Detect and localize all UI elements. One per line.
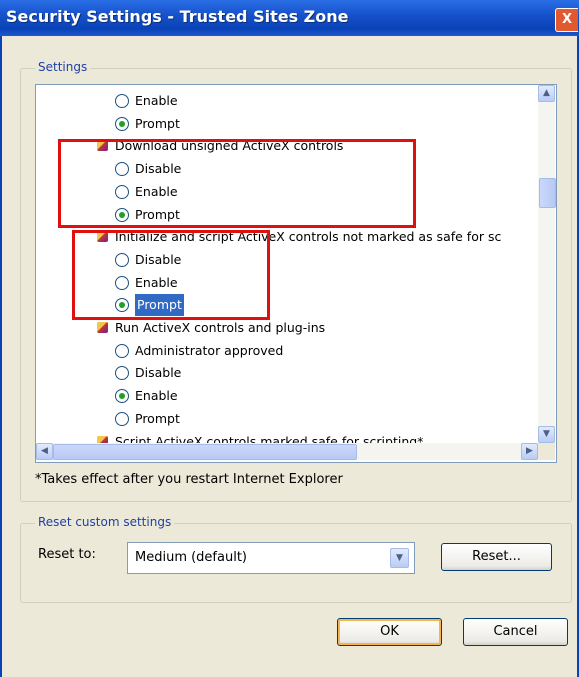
scroll-up-button[interactable]: ▲ — [538, 85, 555, 102]
option-label: Enable — [135, 388, 178, 404]
highlight-box-initialize-script — [72, 230, 270, 320]
close-icon: X — [561, 12, 573, 27]
reset-level-value: Medium (default) — [135, 550, 247, 565]
window-title: Security Settings - Trusted Sites Zone — [6, 7, 349, 26]
vertical-scroll-thumb[interactable] — [539, 178, 556, 208]
scroll-left-button[interactable]: ◀ — [36, 443, 53, 460]
ok-button-label: OK — [380, 624, 399, 639]
cancel-button-label: Cancel — [493, 624, 538, 639]
scroll-down-button[interactable]: ▼ — [538, 426, 555, 443]
horizontal-scrollbar[interactable]: ◀ ▶ — [36, 443, 538, 460]
title-bar[interactable]: Security Settings - Trusted Sites Zone X — [0, 0, 579, 36]
reset-button[interactable]: Reset... — [441, 543, 552, 571]
cancel-button[interactable]: Cancel — [463, 618, 568, 646]
radio-button[interactable] — [115, 389, 129, 404]
option-label: Prompt — [135, 115, 180, 131]
option-label: Enable — [135, 93, 178, 108]
scrollbar-corner — [538, 443, 555, 460]
activex-category-icon — [97, 322, 108, 333]
settings-group-label: Settings — [35, 60, 91, 74]
option-label: Disable — [135, 365, 182, 381]
restart-note: *Takes effect after you restart Internet… — [35, 472, 343, 487]
reset-group-label: Reset custom settings — [35, 515, 175, 529]
reset-level-select[interactable]: Medium (default) ▼ — [127, 542, 415, 574]
option-label: Prompt — [135, 410, 180, 426]
scroll-right-button[interactable]: ▶ — [521, 443, 538, 460]
option-label: Run ActiveX controls and plug-ins — [115, 320, 326, 335]
radio-button[interactable] — [115, 94, 129, 108]
reset-button-label: Reset... — [472, 549, 521, 564]
horizontal-scroll-thumb[interactable] — [53, 444, 357, 460]
close-button[interactable]: X — [555, 8, 578, 32]
reset-to-label: Reset to: — [38, 547, 96, 562]
highlight-box-download-unsigned — [58, 139, 416, 228]
chevron-down-icon[interactable]: ▼ — [390, 548, 409, 568]
radio-button[interactable] — [115, 343, 129, 358]
radio-button[interactable] — [115, 366, 129, 381]
option-label: Administrator approved — [135, 342, 284, 358]
security-settings-dialog: Security Settings - Trusted Sites Zone X… — [0, 0, 579, 677]
radio-button[interactable] — [115, 116, 129, 131]
ok-button[interactable]: OK — [337, 618, 442, 646]
vertical-scrollbar[interactable]: ▲ ▼ — [538, 85, 556, 443]
radio-button[interactable] — [115, 411, 129, 426]
